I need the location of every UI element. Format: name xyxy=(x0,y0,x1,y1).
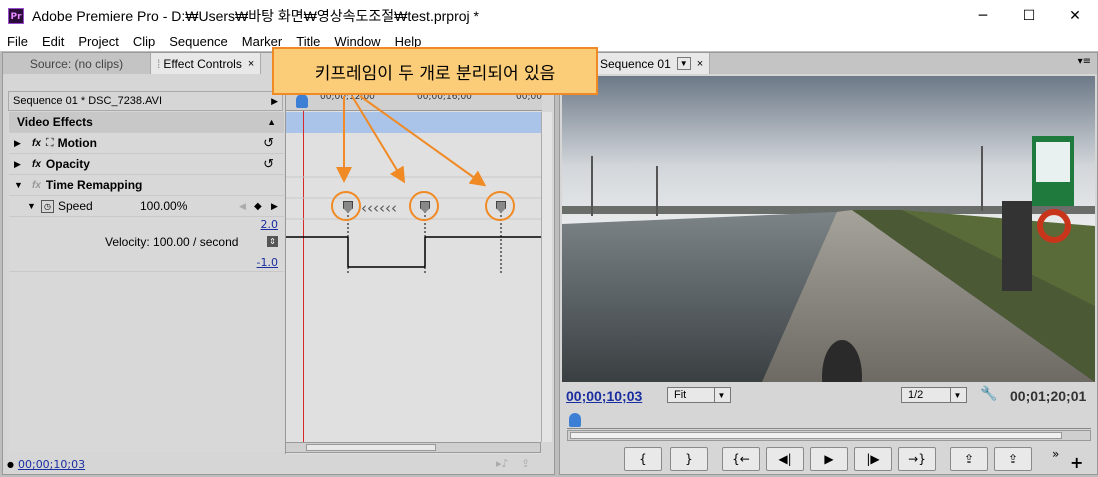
maximize-button[interactable]: ☐ xyxy=(1006,0,1052,31)
menu-clip[interactable]: Clip xyxy=(126,34,162,49)
menu-project[interactable]: Project xyxy=(71,34,125,49)
annotation-callout: 키프레임이 두 개로 분리되어 있음 xyxy=(272,47,598,95)
callout-text: 키프레임이 두 개로 분리되어 있음 xyxy=(314,63,556,84)
menu-edit[interactable]: Edit xyxy=(35,34,71,49)
workspace: Source: (no clips) ⁞ Effect Controls × S… xyxy=(0,51,1098,477)
premiere-pro-icon: Pr xyxy=(8,7,24,24)
window-title: Adobe Premiere Pro - D:₩Users₩바탕 화면₩영상속도… xyxy=(32,7,479,24)
menu-sequence[interactable]: Sequence xyxy=(162,34,235,49)
minimize-button[interactable]: ─ xyxy=(960,0,1006,31)
title-bar: Pr Adobe Premiere Pro - D:₩Users₩바탕 화면₩영… xyxy=(0,0,1098,31)
close-button[interactable]: ✕ xyxy=(1052,0,1098,31)
menu-file[interactable]: File xyxy=(0,34,35,49)
callout-arrows xyxy=(336,95,487,187)
